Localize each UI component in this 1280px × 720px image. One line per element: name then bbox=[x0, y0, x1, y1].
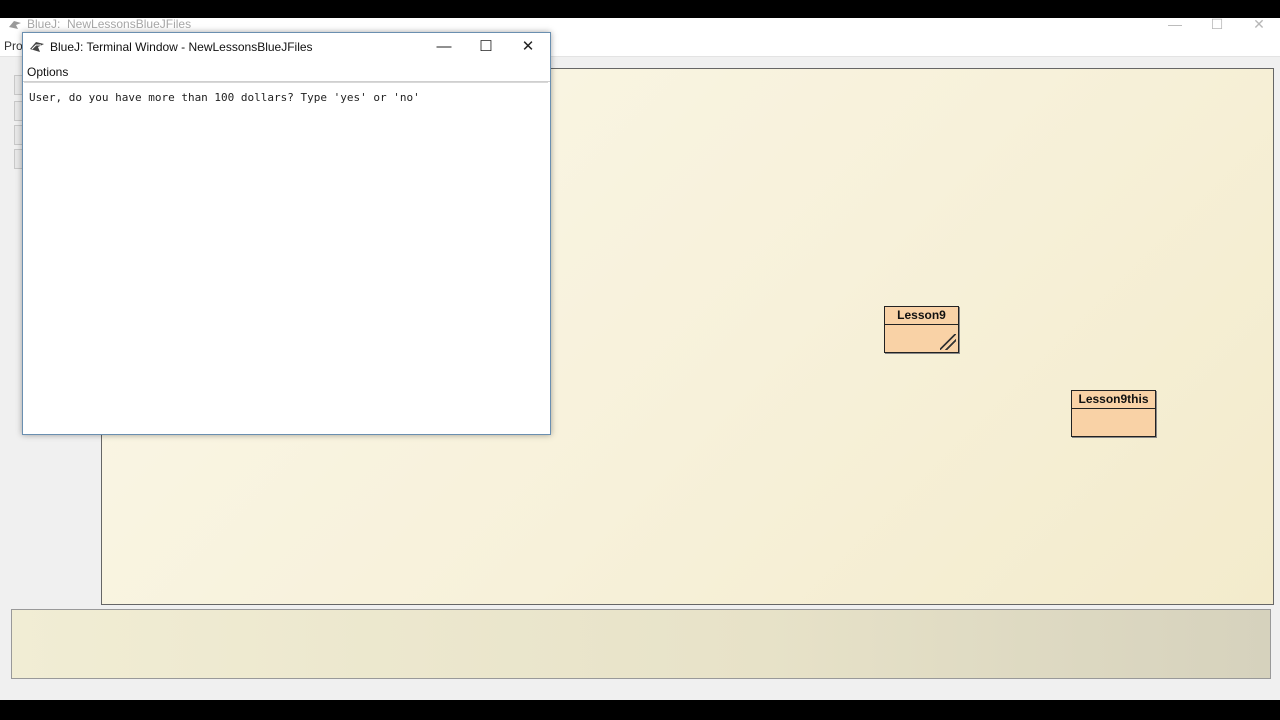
terminal-menubar: Options bbox=[23, 62, 550, 82]
class-name-lesson9: Lesson9 bbox=[885, 307, 958, 325]
main-titlebar: BlueJ: NewLessonsBlueJFiles — ☐ ✕ bbox=[0, 15, 1280, 33]
main-maximize-button[interactable]: ☐ bbox=[1202, 15, 1232, 33]
menu-project[interactable]: Pro bbox=[4, 39, 23, 53]
main-close-button[interactable]: ✕ bbox=[1244, 15, 1274, 33]
terminal-titlebar[interactable]: BlueJ: Terminal Window - NewLessonsBlueJ… bbox=[23, 33, 550, 62]
class-name-lesson9this: Lesson9this bbox=[1072, 391, 1155, 409]
terminal-output-line: User, do you have more than 100 dollars?… bbox=[29, 91, 420, 104]
terminal-close-button[interactable]: ✕ bbox=[507, 33, 549, 62]
screen-bottom-strip bbox=[0, 700, 1280, 720]
menu-options[interactable]: Options bbox=[27, 65, 68, 79]
screen-top-strip bbox=[0, 0, 1280, 18]
terminal-minimize-button[interactable]: — bbox=[423, 33, 465, 62]
class-box-lesson9[interactable]: Lesson9 bbox=[884, 306, 959, 353]
status-message-area bbox=[11, 609, 1271, 679]
terminal-maximize-button[interactable]: ☐ bbox=[465, 33, 507, 62]
terminal-output-area[interactable]: User, do you have more than 100 dollars?… bbox=[24, 82, 548, 433]
bluej-logo-icon bbox=[30, 42, 44, 52]
terminal-title: BlueJ: Terminal Window - NewLessonsBlueJ… bbox=[50, 40, 313, 54]
terminal-window: BlueJ: Terminal Window - NewLessonsBlueJ… bbox=[22, 32, 551, 435]
bluej-logo-icon bbox=[9, 21, 21, 29]
needs-compile-hatch-icon bbox=[940, 334, 956, 350]
main-window-title: BlueJ: NewLessonsBlueJFiles bbox=[27, 17, 192, 31]
main-minimize-button[interactable]: — bbox=[1160, 15, 1190, 33]
class-box-lesson9this[interactable]: Lesson9this bbox=[1071, 390, 1156, 437]
